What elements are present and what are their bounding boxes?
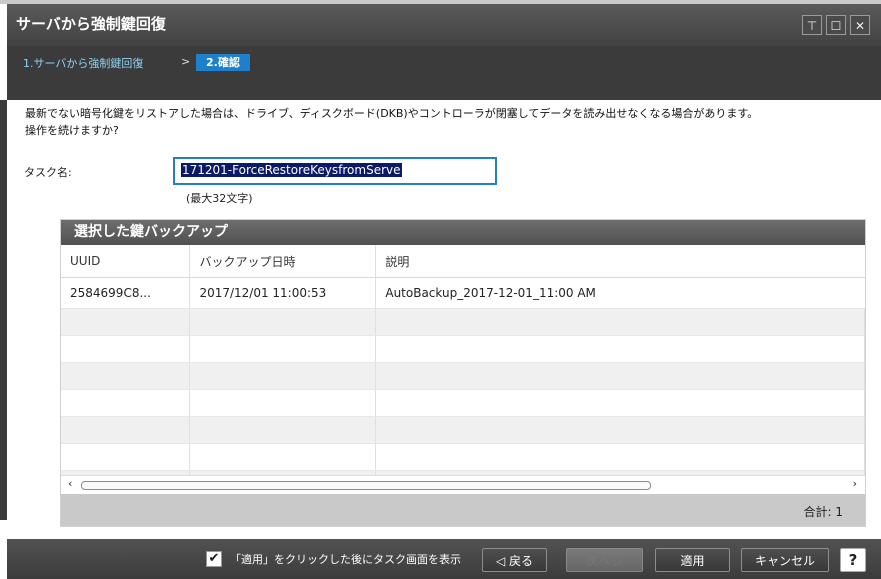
column-header-uuid[interactable]: UUID [61,245,191,278]
empty-row [61,362,865,390]
backup-table: UUID バックアップ日時 説明 2584699C8... 2017/12/01… [61,245,865,498]
cancel-button[interactable]: キャンセル [741,548,829,572]
breadcrumb-step-1[interactable]: 1.サーバから強制鍵回復 [23,55,143,71]
apply-button[interactable]: 適用 [655,548,730,572]
empty-row [61,335,865,363]
warning-line-1: 最新でない暗号化鍵をリストアした場合は、ドライブ、ディスクボード(DKB)やコン… [25,107,759,120]
task-name-value: 171201-ForceRestoreKeysfromServe [181,163,402,177]
title-bar: サーバから強制鍵回復 ⊤ ☐ ✕ [7,4,881,46]
help-button[interactable]: ? [840,548,866,572]
total-bar: 合計: 1 [61,494,865,526]
cell-backup-datetime: 2017/12/01 11:00:53 [189,277,377,309]
breadcrumb: 1.サーバから強制鍵回復 > 2.確認 [7,46,881,100]
show-task-screen-label[interactable]: 「適用」をクリックした後にタスク画面を表示 [230,551,461,567]
dialog-window: サーバから強制鍵回復 ⊤ ☐ ✕ 1.サーバから強制鍵回復 > 2.確認 最新で… [0,0,881,579]
task-name-label: タスク名: [24,166,72,179]
close-icon[interactable]: ✕ [850,15,870,35]
total-count: 合計: 1 [803,505,844,519]
show-task-screen-checkbox[interactable]: ✔ [206,551,222,567]
cell-uuid: 2584699C8... [61,277,191,309]
panel-title: 選択した鍵バックアップ [61,220,865,245]
empty-row [61,308,865,336]
breadcrumb-separator: > [181,55,191,68]
table-header-row: UUID バックアップ日時 説明 [61,245,865,278]
column-header-description[interactable]: 説明 [375,245,865,278]
scroll-left-icon[interactable]: ‹ [68,477,72,490]
scroll-right-icon[interactable]: › [853,477,857,490]
selected-key-backup-panel: 選択した鍵バックアップ UUID バックアップ日時 説明 2584699C8..… [60,219,866,527]
maximize-icon[interactable]: ☐ [826,15,846,35]
task-name-input[interactable]: 171201-ForceRestoreKeysfromServe [173,157,497,185]
task-name-hint: (最大32文字) [186,192,253,205]
pin-icon[interactable]: ⊤ [802,15,822,35]
column-header-backup-datetime[interactable]: バックアップ日時 [189,245,377,278]
cell-description: AutoBackup_2017-12-01_11:00 AM [375,277,865,309]
horizontal-scrollbar[interactable]: ‹ › [61,475,865,494]
breadcrumb-step-2-current: 2.確認 [196,54,250,71]
table-row[interactable]: 2584699C8... 2017/12/01 11:00:53 AutoBac… [61,277,865,309]
empty-row [61,443,865,471]
warning-line-2: 操作を続けますか? [25,124,119,137]
empty-row [61,416,865,444]
warning-message: 最新でない暗号化鍵をリストアした場合は、ドライブ、ディスクボード(DKB)やコン… [25,105,865,139]
back-button[interactable]: ◁ 戻る [482,548,547,572]
next-button[interactable]: 次へ ▷ [566,548,643,572]
scrollbar-thumb[interactable] [81,481,651,490]
dialog-title: サーバから強制鍵回復 [16,15,166,33]
footer-bar: ✔ 「適用」をクリックした後にタスク画面を表示 ◁ 戻る 次へ ▷ 適用 キャン… [7,539,881,579]
empty-row [61,389,865,417]
